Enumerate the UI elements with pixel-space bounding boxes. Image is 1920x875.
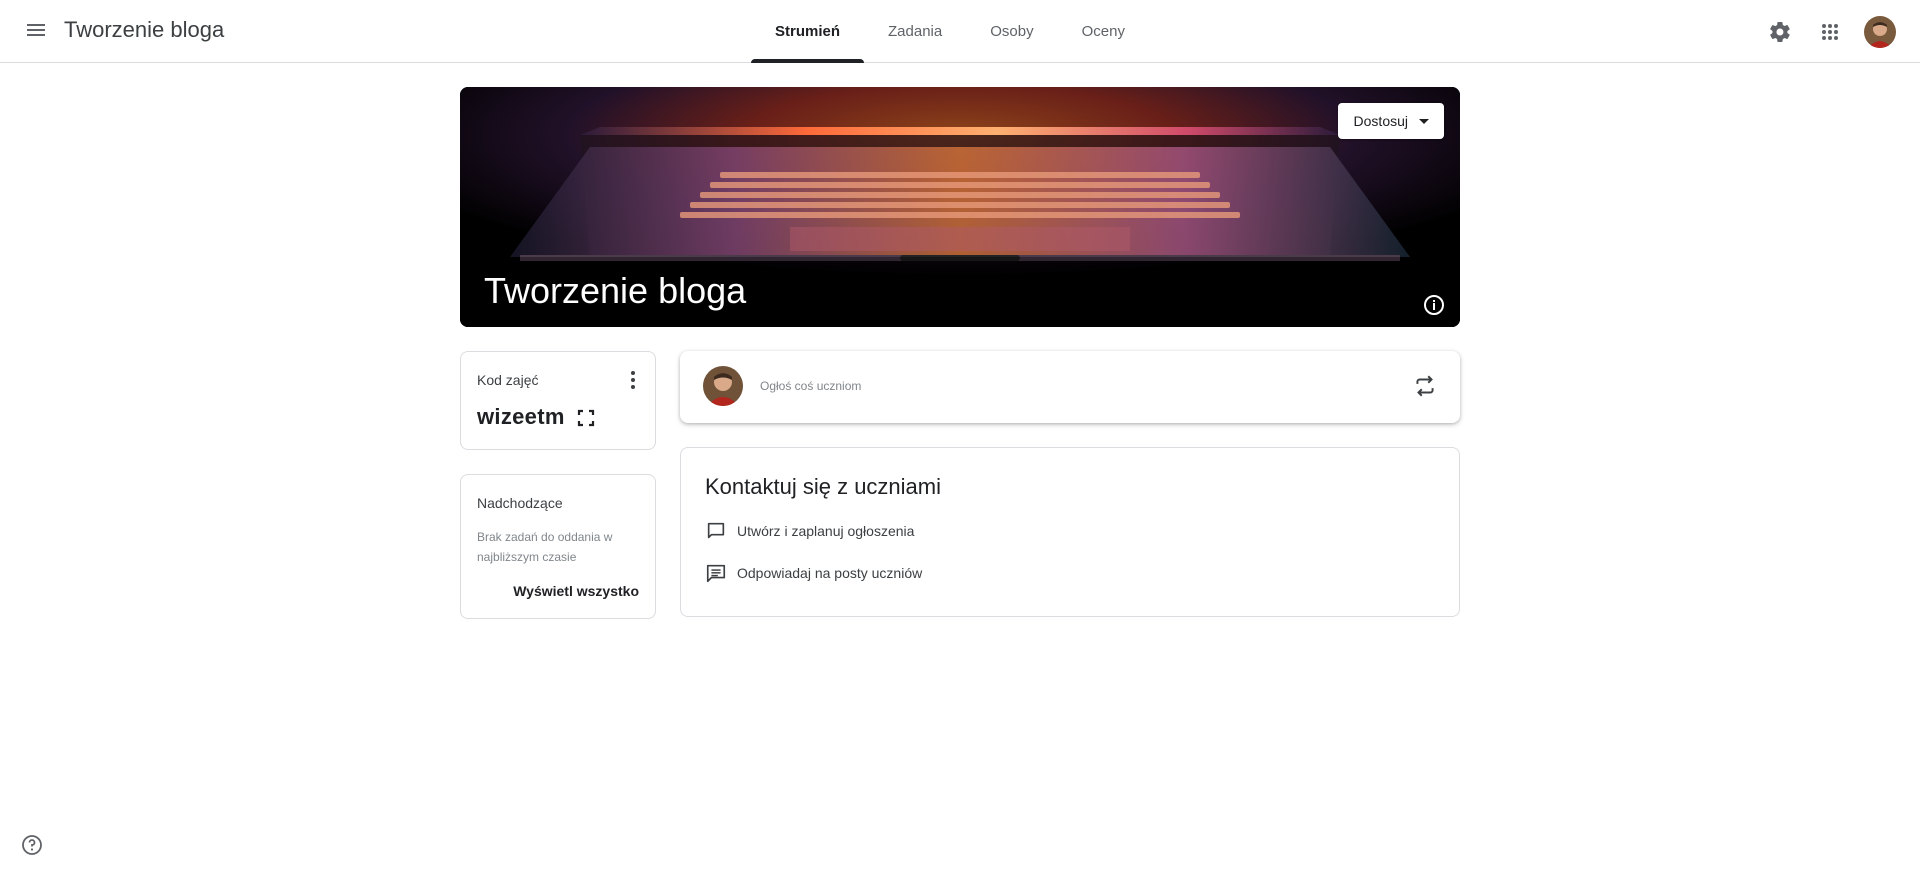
- reply-posts-label: Odpowiadaj na posty uczniów: [737, 565, 923, 581]
- create-announcements-label: Utwórz i zaplanuj ogłoszenia: [737, 523, 915, 539]
- customize-label: Dostosuj: [1353, 113, 1408, 129]
- info-icon: [1424, 295, 1444, 315]
- class-code-card: Kod zajęć wizeetm: [460, 351, 656, 450]
- gear-icon: [1770, 21, 1790, 43]
- class-code-more-button[interactable]: [621, 366, 645, 394]
- menu-icon: [27, 24, 45, 36]
- apps-grid-icon: [1822, 24, 1838, 40]
- repeat-icon: [1416, 375, 1434, 397]
- class-banner: Dostosuj Tworzenie bloga: [460, 87, 1460, 327]
- help-icon: [22, 835, 42, 855]
- account-button[interactable]: [1860, 12, 1900, 52]
- tab-grades[interactable]: Oceny: [1058, 0, 1149, 63]
- fullscreen-icon: [577, 409, 595, 427]
- reuse-post-button[interactable]: [1412, 373, 1438, 399]
- avatar: [703, 366, 743, 406]
- top-app-bar: Tworzenie bloga Strumień Zadania Osoby O…: [0, 0, 1920, 63]
- caret-down-icon: [1419, 119, 1429, 124]
- tab-stream[interactable]: Strumień: [751, 0, 865, 63]
- help-button[interactable]: [20, 833, 48, 861]
- class-code-label: Kod zajęć: [477, 372, 539, 388]
- top-right-actions: [1760, 12, 1900, 52]
- announce-card[interactable]: Ogłoś coś uczniom: [680, 351, 1460, 423]
- class-code-value: wizeetm: [477, 404, 565, 429]
- tab-people[interactable]: Osoby: [966, 0, 1057, 63]
- settings-button[interactable]: [1760, 12, 1800, 52]
- banner-title: Tworzenie bloga: [484, 270, 747, 311]
- upcoming-title: Nadchodzące: [477, 495, 563, 511]
- customize-button[interactable]: Dostosuj: [1337, 103, 1444, 139]
- class-info-button[interactable]: [1422, 293, 1446, 317]
- tab-classwork[interactable]: Zadania: [864, 0, 966, 63]
- upcoming-card: Nadchodzące Brak zadań do oddania w najb…: [460, 474, 656, 619]
- create-announcements-item[interactable]: Utwórz i zaplanuj ogłoszenia: [705, 520, 914, 542]
- apps-button[interactable]: [1810, 12, 1850, 52]
- class-code-fullscreen-button[interactable]: [575, 407, 597, 429]
- more-vert-icon: [631, 371, 635, 389]
- upcoming-empty-text: Brak zadań do oddania w najbliższym czas…: [477, 530, 613, 564]
- reply-posts-item[interactable]: Odpowiadaj na posty uczniów: [705, 562, 922, 584]
- chat-bubble-icon: [707, 522, 725, 539]
- announce-input[interactable]: Ogłoś coś uczniom: [760, 379, 1360, 393]
- contact-students-card: Kontaktuj się z uczniami Utwórz i zaplan…: [680, 447, 1460, 617]
- main-tabs: Strumień Zadania Osoby Oceny: [751, 0, 1149, 63]
- comment-lines-icon: [706, 564, 726, 583]
- class-title[interactable]: Tworzenie bloga: [64, 16, 224, 44]
- menu-button[interactable]: [18, 12, 54, 48]
- view-all-link[interactable]: Wyświetl wszystko: [513, 583, 639, 599]
- avatar: [1864, 16, 1896, 48]
- contact-title: Kontaktuj się z uczniami: [705, 474, 941, 499]
